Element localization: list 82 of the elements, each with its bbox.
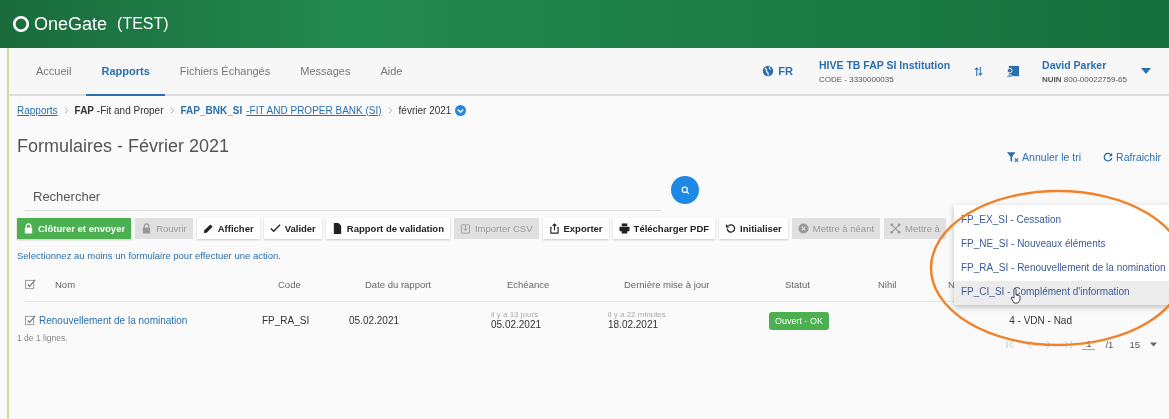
caret-icon[interactable] <box>1150 341 1157 347</box>
breadcrumb-code: FAP_BNK_SI <box>180 105 243 116</box>
row-checkbox[interactable] <box>25 314 36 326</box>
import-icon <box>459 223 471 234</box>
toolbar-button[interactable]: Afficher <box>196 218 260 239</box>
breadcrumb-link[interactable]: -FIT AND PROPER BANK (SI) <box>246 105 382 116</box>
caret-icon[interactable] <box>1141 68 1151 74</box>
refresh-icon <box>1103 152 1114 162</box>
document-icon <box>331 223 343 234</box>
table-cell-text: 4 - VDN - Nad <box>1008 314 1073 326</box>
app-logo: OneGate <box>34 13 108 35</box>
globe-icon <box>762 65 775 77</box>
institution-name[interactable]: HIVE TB FAP SI Institution <box>819 58 951 71</box>
relative-time: il y a 22 minutes <box>608 310 667 319</box>
page-size-select[interactable]: 15 <box>1129 338 1140 350</box>
first-page-icon[interactable] <box>1006 339 1016 349</box>
clear-sort-link[interactable]: Annuler le tri <box>1007 151 1082 163</box>
search-button[interactable] <box>671 176 699 204</box>
previous-page-icon[interactable] <box>1025 339 1035 349</box>
select-all-checkbox[interactable] <box>25 278 36 290</box>
swap-icon[interactable] <box>974 65 984 77</box>
lock-icon <box>23 223 34 234</box>
chevron-down-icon[interactable] <box>455 105 467 116</box>
column-header[interactable]: Nihil <box>878 278 948 290</box>
nav-tab[interactable]: Accueil <box>21 48 87 96</box>
hint-text: Selectionnez au moins un formulaire pour effectuer une action. <box>17 250 282 261</box>
lock-icon <box>141 223 153 234</box>
relative-time: il y a 13 jours <box>491 310 540 319</box>
export-icon <box>548 223 560 234</box>
column-header[interactable]: Dernière mise à jour <box>624 278 785 290</box>
breadcrumb-separator-icon <box>63 107 69 114</box>
page-title: Formulaires - Février 2021 <box>17 136 230 157</box>
refresh-link[interactable]: Rafraichir <box>1103 151 1161 163</box>
form-name-link[interactable]: Renouvellement de la nomination <box>39 314 262 326</box>
column-header[interactable]: Nom <box>55 278 278 290</box>
search-field[interactable]: Rechercher <box>25 183 661 211</box>
column-header[interactable]: Echéance <box>507 278 624 290</box>
page-total: /1 <box>1105 338 1114 350</box>
page-field[interactable]: 1 <box>1082 338 1096 350</box>
breadcrumb-item: FAP -Fit and Proper <box>74 105 164 116</box>
table-cell-text: 18.02.2021 <box>608 319 660 330</box>
nav-tab[interactable]: Aide <box>365 48 418 96</box>
check-icon <box>269 223 281 234</box>
environment-label: (TEST) <box>117 15 169 33</box>
menu-item[interactable]: FP_CI_SI - Complément d'information <box>954 281 1169 305</box>
printer-icon <box>618 223 630 234</box>
institution-code: CODE - 3330000035 <box>819 74 895 84</box>
toolbar-button[interactable]: Rapport de validation <box>325 218 450 239</box>
status-badge: Ouvert - OK <box>769 311 829 330</box>
toolbar-button[interactable]: Initialiser <box>719 218 788 239</box>
table-cell-text: FP_RA_SI <box>262 314 311 326</box>
toolbar-button[interactable]: Télécharger PDF <box>612 218 716 239</box>
column-header[interactable]: Statut <box>785 278 878 290</box>
user-id: NUIN 800-00022759-65 <box>1042 74 1127 84</box>
nav-tab[interactable]: Fichiers Échangés <box>164 48 286 96</box>
breadcrumb-separator-icon <box>387 107 393 114</box>
menu-item[interactable]: FP_RA_SI - Renouvellement de la nomination <box>954 257 1169 281</box>
logo-icon <box>12 15 30 33</box>
column-header[interactable]: Code <box>278 278 365 290</box>
column-header[interactable]: Date du rapport <box>365 278 507 290</box>
contact-card-icon[interactable] <box>1005 64 1021 78</box>
table-cell-text: 05.02.2021 <box>491 319 543 330</box>
pencil-icon <box>202 223 214 234</box>
menu-item[interactable]: FP_NE_SI - Nouveaux éléments <box>954 233 1169 257</box>
menu-item[interactable]: FP_EX_SI - Cessation <box>954 209 1169 233</box>
reset-icon <box>725 223 737 234</box>
filter-clear-icon <box>1007 151 1020 163</box>
cross-dots-icon <box>890 223 902 234</box>
toolbar-button[interactable]: Valider <box>263 218 322 239</box>
table-cell-text: 05.02.2021 <box>349 314 401 326</box>
breadcrumb-separator-icon <box>169 107 175 114</box>
breadcrumb-link[interactable]: Rapports <box>17 105 58 116</box>
search-icon <box>680 185 690 195</box>
user-name[interactable]: David Parker <box>1042 58 1127 71</box>
breadcrumb-current: février 2021 <box>398 105 452 116</box>
language-button[interactable]: FR <box>762 65 793 77</box>
toolbar-button[interactable]: Exporter <box>542 218 609 239</box>
cancel-icon <box>797 223 809 234</box>
nav-tab[interactable]: Rapports <box>86 48 165 96</box>
nav-tab[interactable]: Messages <box>285 48 366 96</box>
row-count: 1 de 1 lignes. <box>17 333 68 343</box>
last-page-icon[interactable] <box>1063 339 1073 349</box>
